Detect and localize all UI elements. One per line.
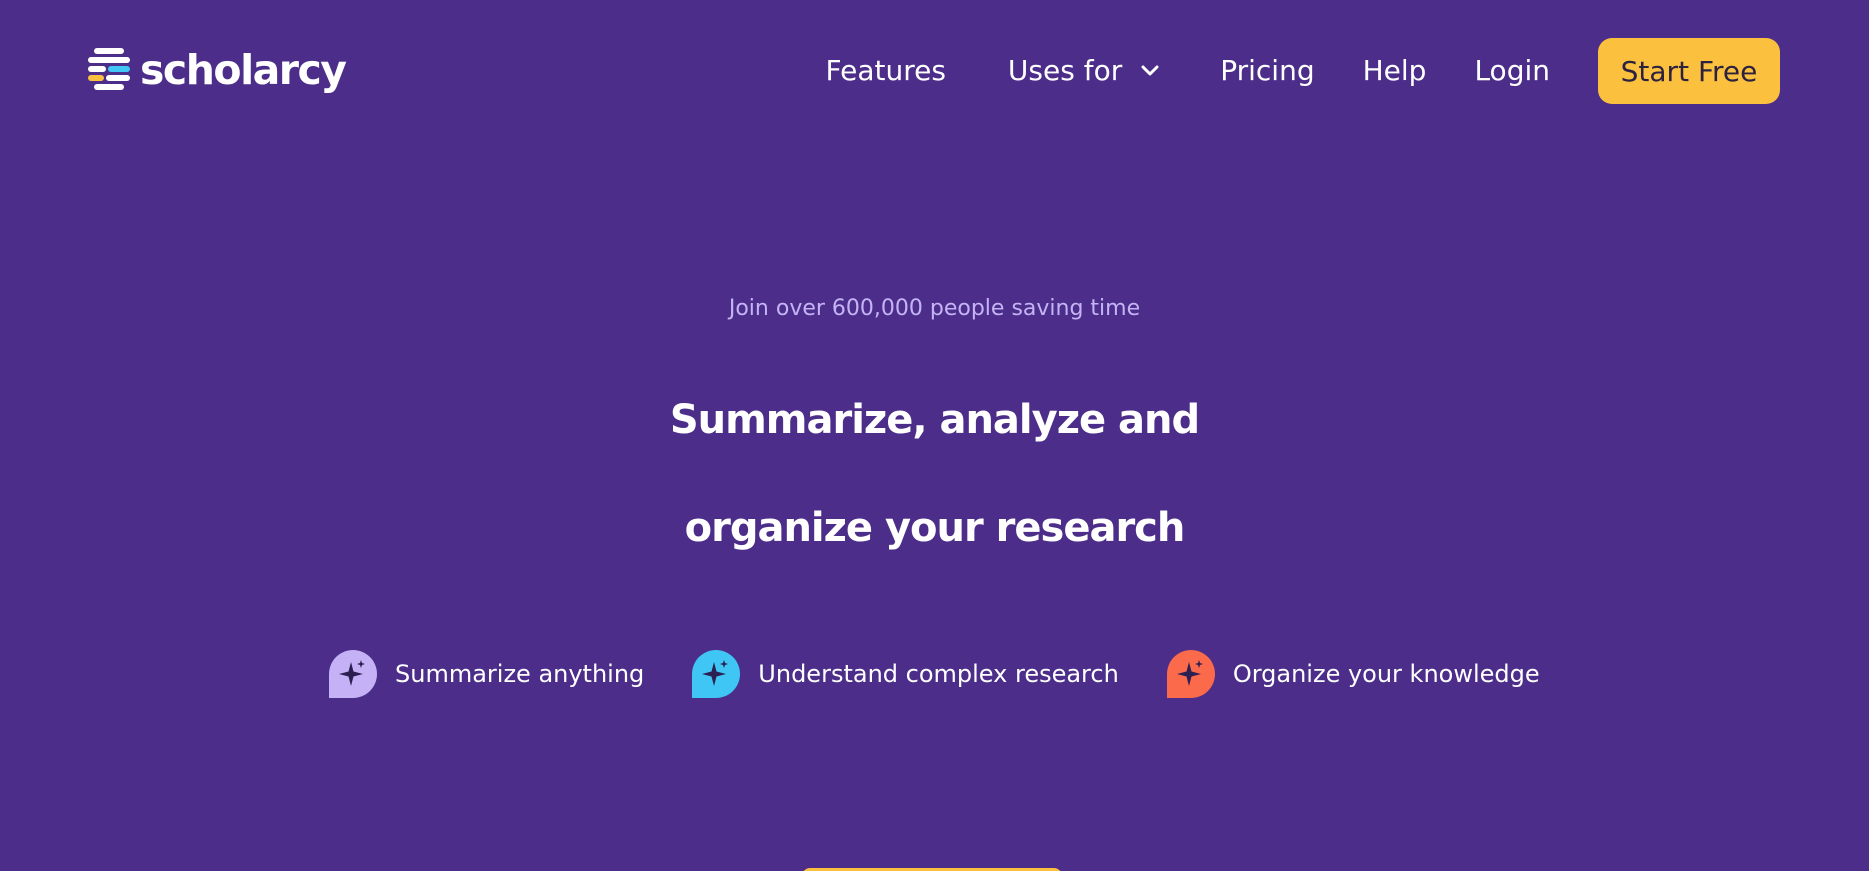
hero-headline: Summarize, analyze and organize your res… [0, 366, 1869, 582]
logo-link[interactable]: scholarcy [86, 45, 347, 94]
page: scholarcy Features Uses for Pricing Help… [0, 0, 1869, 871]
feature-item-understand: Understand complex research [692, 650, 1119, 698]
feature-label: Summarize anything [395, 660, 645, 688]
feature-label: Organize your knowledge [1232, 660, 1540, 688]
feature-item-organize: Organize your knowledge [1166, 650, 1540, 698]
nav-uses-for-dropdown[interactable]: Uses for [1008, 57, 1162, 85]
nav-uses-for-label: Uses for [1007, 54, 1123, 87]
start-free-button[interactable]: Start Free [1598, 38, 1780, 104]
hero-tagline: Join over 600,000 people saving time [728, 296, 1141, 321]
sparkle-bubble-icon [329, 650, 377, 698]
hero-headline-line-1: Summarize, analyze and [669, 397, 1200, 443]
feature-list: Summarize anything Understand complex re… [329, 650, 1540, 698]
hero-headline-line-2: organize your research [684, 505, 1186, 551]
feature-label: Understand complex research [758, 660, 1119, 688]
nav-help-link[interactable]: Help [1363, 57, 1427, 85]
feature-item-summarize: Summarize anything [329, 650, 644, 698]
main-nav: Features Uses for Pricing Help Login Sta… [826, 38, 1780, 104]
scholarcy-logo-icon [88, 48, 130, 90]
logo-text: scholarcy [140, 45, 347, 94]
nav-pricing-link[interactable]: Pricing [1220, 57, 1314, 85]
nav-features-link[interactable]: Features [826, 57, 946, 85]
sparkle-bubble-icon [1166, 650, 1215, 698]
nav-login-link[interactable]: Login [1474, 57, 1550, 85]
chevron-down-icon [1141, 65, 1159, 76]
sparkle-bubble-icon [692, 650, 741, 698]
